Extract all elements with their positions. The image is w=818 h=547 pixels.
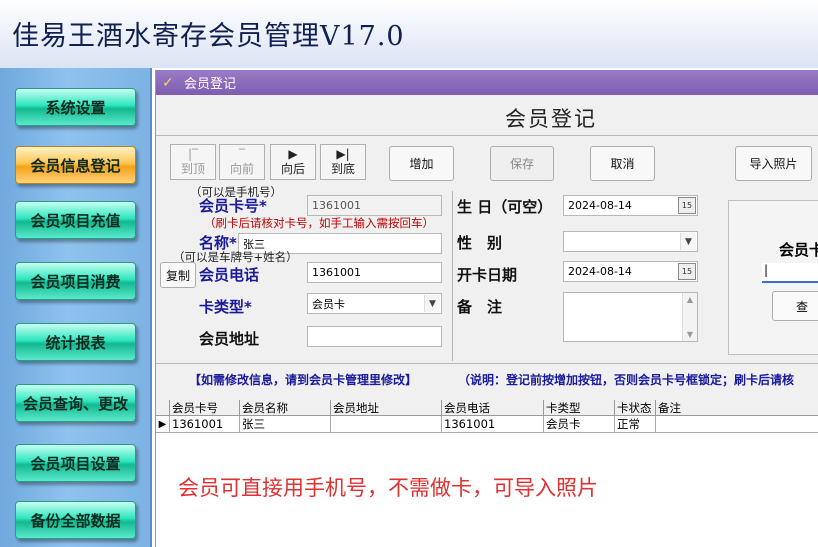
address-field[interactable] — [307, 326, 442, 347]
app-logo-icon: ✓ — [162, 74, 174, 91]
sidebar-item-member-query[interactable]: 会员查询、更改 — [15, 384, 136, 422]
form-area: 会员登记 |‾ 到顶 ‾ 向前 ▶ 向后 ▶| 到底 增加 保存 取消 导入照片… — [156, 95, 818, 400]
member-registration-window: ✓ 会员登记 会员登记 |‾ 到顶 ‾ 向前 ▶ 向后 ▶| 到底 增加 保存 … — [155, 70, 818, 547]
divider — [156, 363, 818, 364]
sidebar-item-project-settings[interactable]: 会员项目设置 — [15, 444, 136, 482]
calendar-icon[interactable]: 15 — [678, 197, 696, 214]
column-divider — [452, 191, 453, 361]
table-cell[interactable] — [331, 416, 442, 433]
copy-button[interactable]: 复制 — [160, 262, 196, 288]
card-no-field[interactable]: 1361001 — [307, 195, 442, 216]
divider — [156, 135, 818, 136]
import-photo-button[interactable]: 导入照片 — [735, 146, 812, 181]
app-title: 佳易王酒水寄存会员管理V17.0 — [12, 21, 405, 52]
column-header[interactable]: 会员名称 — [240, 400, 331, 416]
card-type-label: 卡类型* — [199, 298, 252, 316]
prev-label: 向前 — [229, 162, 254, 176]
column-header[interactable]: 会员卡号 — [170, 400, 240, 416]
last-label: 到底 — [330, 162, 355, 176]
next-record-button[interactable]: ▶ 向后 — [270, 144, 316, 180]
table-cell[interactable]: 会员卡 — [544, 416, 615, 433]
save-button[interactable]: 保存 — [490, 146, 554, 181]
sidebar-item-member-consumption[interactable]: 会员项目消费 — [15, 262, 136, 300]
sidebar-item-member-recharge[interactable]: 会员项目充值 — [15, 201, 136, 239]
birthday-label: 生 日（可空） — [457, 198, 553, 216]
prev-icon: ‾ — [239, 147, 245, 161]
next-label: 向后 — [280, 162, 305, 176]
remark-label: 备 注 — [457, 298, 503, 316]
remark-field[interactable] — [563, 292, 698, 342]
prev-record-button[interactable]: ‾ 向前 — [219, 144, 265, 180]
column-header[interactable]: 会员地址 — [331, 400, 442, 416]
row-header-corner — [156, 400, 170, 416]
column-header[interactable]: 卡状态 — [615, 400, 656, 416]
modify-note: 【如需修改信息，请到会员卡管理里修改】 — [189, 373, 418, 387]
last-record-button[interactable]: ▶| 到底 — [320, 144, 366, 180]
column-header[interactable]: 卡类型 — [544, 400, 615, 416]
card-type-value: 会员卡 — [312, 297, 345, 311]
birthday-value: 2024-08-14 — [568, 199, 632, 212]
sidebar-item-member-registration[interactable]: 会员信息登记 — [15, 146, 136, 184]
open-date-value: 2024-08-14 — [568, 265, 632, 278]
card-type-select[interactable]: 会员卡 ▼ — [307, 293, 442, 314]
remark-scrollbar[interactable]: ▲ ▼ — [682, 293, 697, 341]
member-card-search-button[interactable]: 查 — [772, 291, 818, 321]
title-bar: 佳易王酒水寄存会员管理V17.0 — [0, 0, 818, 68]
chevron-down-icon[interactable]: ▼ — [680, 233, 696, 250]
member-card-panel: 会员卡 | 查 — [728, 200, 818, 355]
phone-field[interactable]: 1361001 — [307, 262, 442, 283]
birthday-field[interactable]: 2024-08-14 15 — [563, 195, 698, 216]
table-cell[interactable]: 1361001 — [442, 416, 544, 433]
calendar-icon[interactable]: 15 — [678, 263, 696, 280]
sidebar-item-backup[interactable]: 备份全部数据 — [15, 501, 136, 539]
member-card-search-input[interactable]: | — [762, 263, 818, 283]
column-header[interactable]: 会员电话 — [442, 400, 544, 416]
first-record-button[interactable]: |‾ 到顶 — [170, 144, 216, 180]
add-button[interactable]: 增加 — [389, 146, 454, 181]
gender-select[interactable]: ▼ — [563, 231, 698, 252]
open-date-field[interactable]: 2024-08-14 15 — [563, 261, 698, 282]
cancel-button[interactable]: 取消 — [590, 146, 655, 181]
table-cell[interactable]: 正常 — [615, 416, 656, 433]
first-label: 到顶 — [180, 162, 205, 176]
current-row-indicator-icon: ▶ — [156, 416, 170, 433]
open-date-label: 开卡日期 — [457, 266, 518, 284]
first-icon: |‾ — [187, 147, 199, 161]
sidebar-item-reports[interactable]: 统计报表 — [15, 323, 136, 361]
member-card-panel-label: 会员卡 — [779, 241, 818, 259]
window-title-bar: ✓ 会员登记 — [156, 70, 818, 95]
chevron-down-icon[interactable]: ▼ — [424, 295, 440, 312]
overlay-note: 会员可直接用手机号，不需做卡，可导入照片 — [178, 476, 598, 500]
table-cell[interactable]: 张三 — [240, 416, 331, 433]
card-hint: （刷卡后请核对卡号，如手工输入需按回车） — [204, 216, 434, 230]
explain-note: （说明：登记前按增加按钮，否则会员卡号框锁定；刷卡后请核 — [458, 373, 795, 387]
table-cell[interactable] — [656, 416, 818, 433]
member-table: 会员卡号 会员名称 会员地址 会员电话 卡类型 卡状态 备注 ▶ 1361001… — [156, 400, 818, 547]
sidebar: 系统设置 会员信息登记 会员项目充值 会员项目消费 统计报表 会员查询、更改 会… — [0, 68, 152, 547]
last-icon: ▶| — [336, 147, 350, 161]
phone-label: 会员电话 — [199, 266, 260, 284]
window-title: 会员登记 — [184, 77, 237, 92]
address-label: 会员地址 — [199, 330, 260, 348]
column-header[interactable]: 备注 — [656, 400, 818, 416]
next-icon: ▶ — [288, 147, 298, 161]
gender-label: 性 别 — [457, 234, 503, 252]
table-cell[interactable]: 1361001 — [170, 416, 240, 433]
form-heading: 会员登记 — [505, 107, 597, 131]
sidebar-item-system-settings[interactable]: 系统设置 — [15, 88, 136, 126]
card-no-label: 会员卡号* — [199, 197, 267, 215]
